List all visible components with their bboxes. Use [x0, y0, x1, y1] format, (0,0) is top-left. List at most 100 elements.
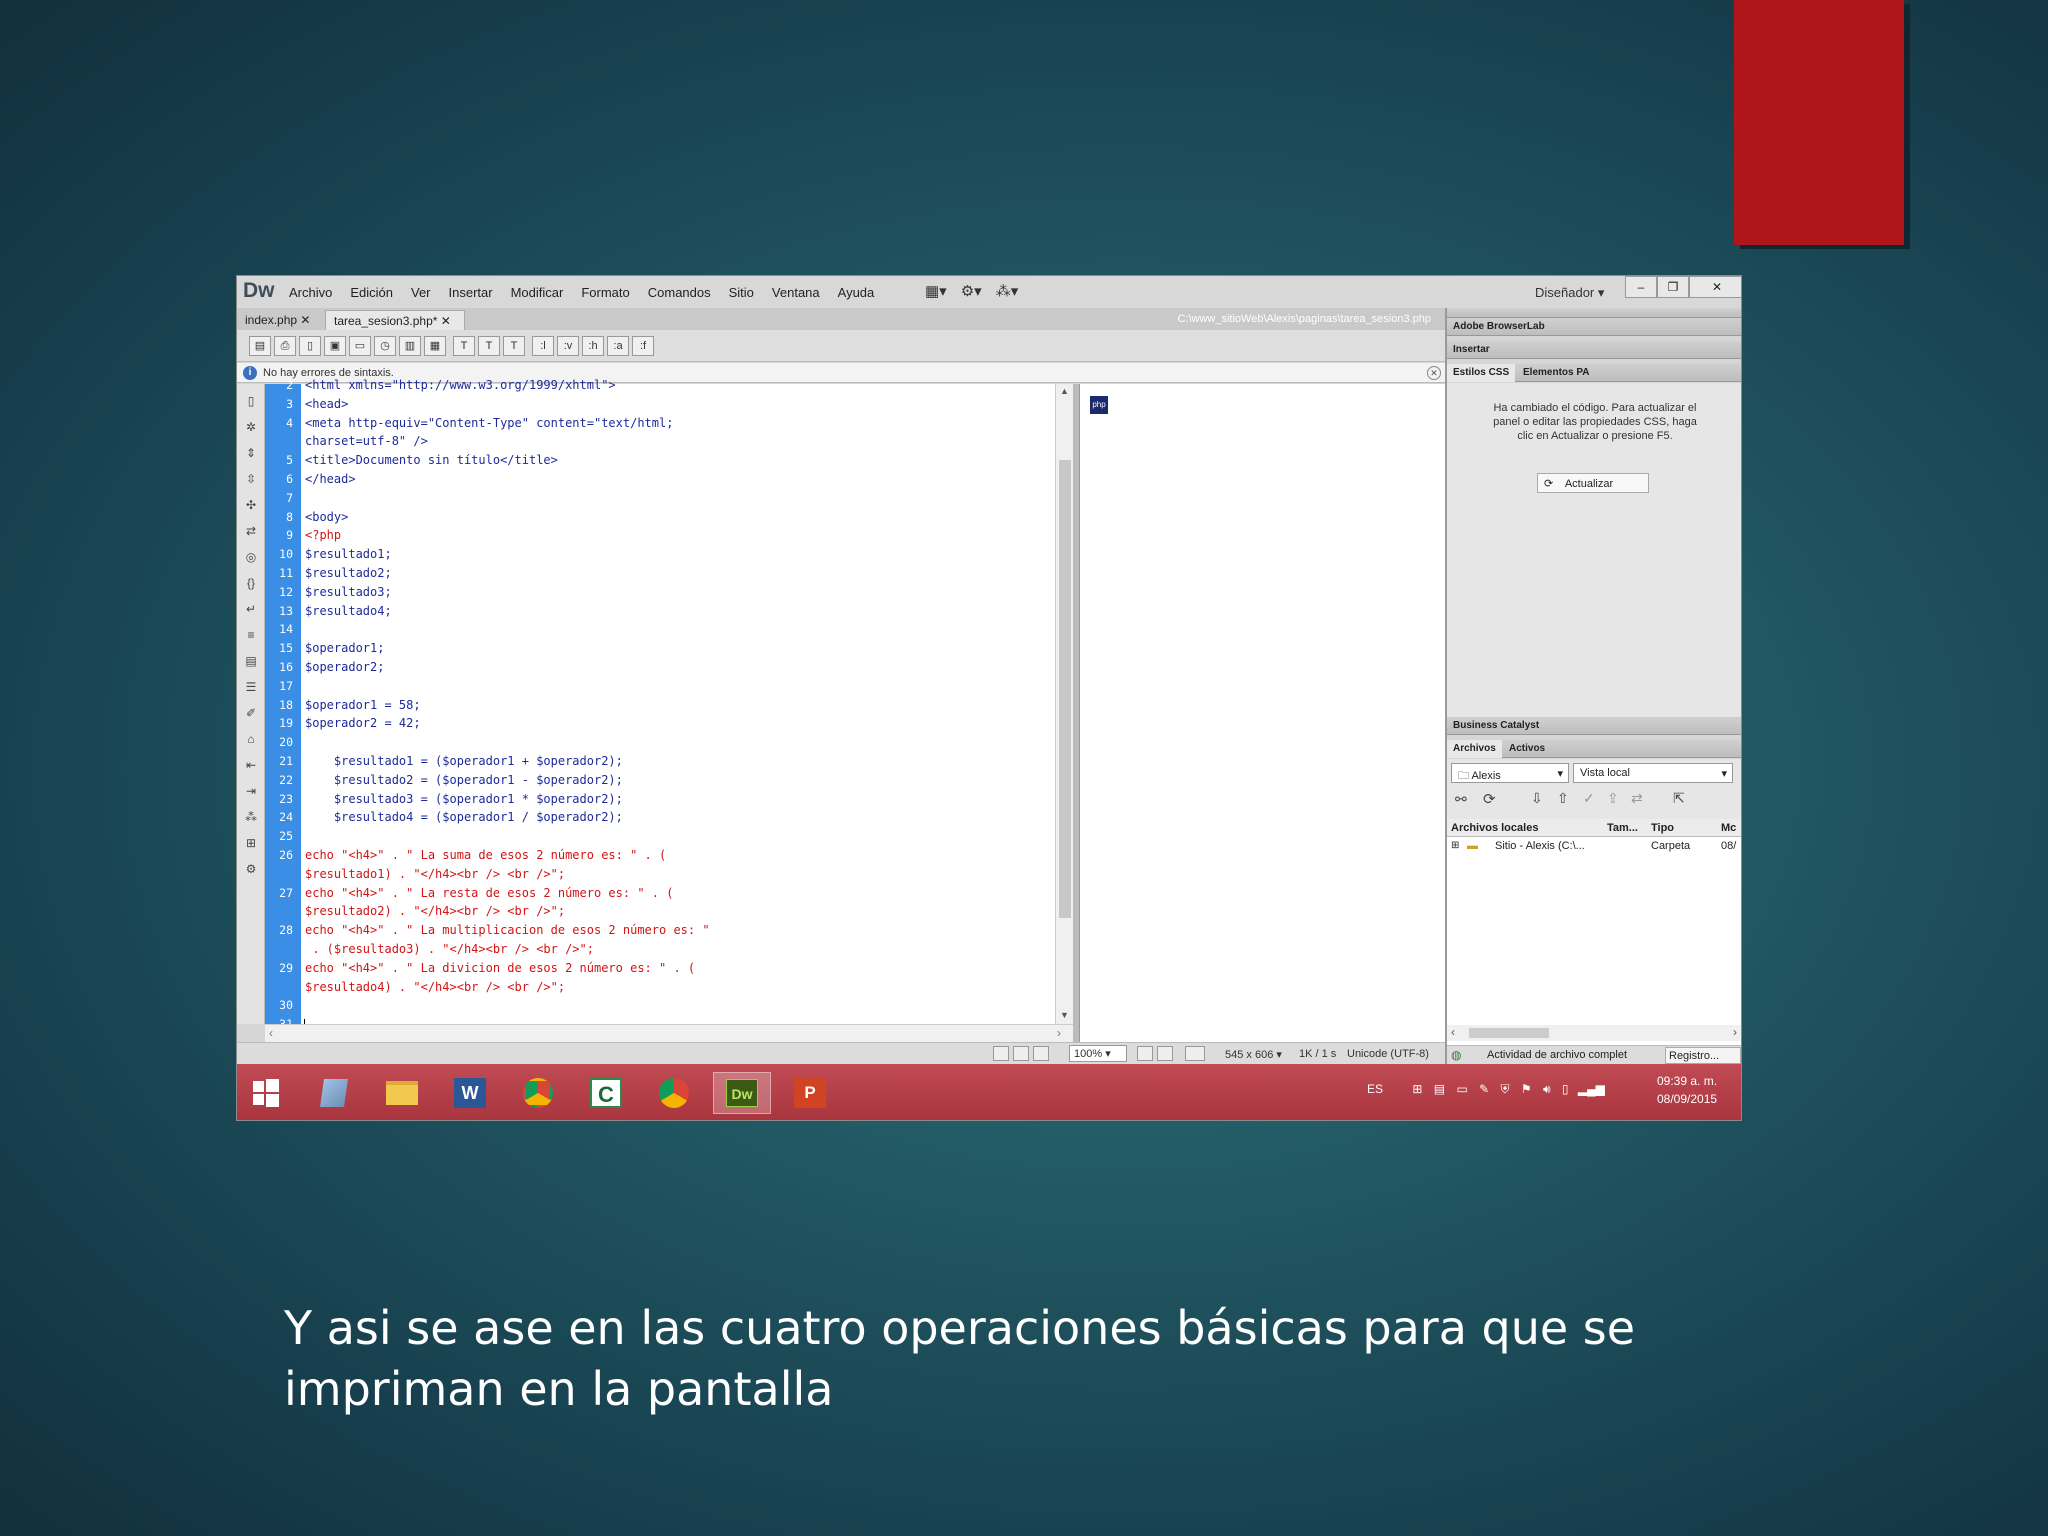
format-l-button[interactable]: :l — [532, 336, 554, 356]
code-line[interactable]: $resultado4) . "</h4><br /> <br />"; — [305, 980, 565, 994]
code-view-icon[interactable]: ▤ — [249, 336, 271, 356]
minimize-button[interactable]: – — [1625, 276, 1657, 298]
col-modificado[interactable]: Mc — [1721, 822, 1736, 834]
code-line[interactable]: </head> — [305, 472, 356, 486]
format-f-button[interactable]: :f — [632, 336, 654, 356]
sync-icon[interactable]: ⇄ — [1631, 790, 1643, 807]
code-hint-icon[interactable]: ⌂ — [243, 732, 259, 746]
put-files-icon[interactable]: ⇧ — [1557, 790, 1569, 807]
code-line[interactable]: <?php — [305, 528, 341, 542]
flag-icon[interactable]: ⚑ — [1521, 1082, 1532, 1096]
code-line[interactable]: $operador2; — [305, 660, 384, 674]
menu-item-sitio[interactable]: Sitio — [729, 285, 754, 300]
tab-tarea-sesion3[interactable]: tarea_sesion3.php* ✕ — [325, 310, 465, 330]
view-select[interactable]: Vista local ▾ — [1573, 763, 1733, 783]
panel-browserlab[interactable]: Adobe BrowserLab — [1447, 318, 1741, 336]
balance-icon[interactable]: ⇄ — [243, 524, 259, 538]
workspace-switcher[interactable]: Diseñador ▾ — [1535, 285, 1604, 301]
code-line[interactable]: $operador1 = 58; — [305, 698, 421, 712]
code-line[interactable]: charset=utf-8" /> — [305, 434, 428, 448]
code-line[interactable]: echo "<h4>" . " La resta de esos 2 númer… — [305, 886, 673, 900]
highlight-icon[interactable]: ≡ — [243, 628, 259, 642]
network-icon[interactable]: ▤ — [1434, 1082, 1445, 1096]
col-tamano[interactable]: Tam... — [1607, 822, 1638, 834]
layout-icon[interactable]: ▦▾ — [925, 282, 947, 300]
battery-icon[interactable]: ▯ — [1562, 1082, 1569, 1096]
code-line[interactable]: $operador1; — [305, 641, 384, 655]
zoom-tool-icon[interactable] — [1033, 1046, 1049, 1061]
code-line[interactable]: $resultado1) . "</h4><br /> <br />"; — [305, 867, 565, 881]
scroll-down-icon[interactable]: ▼ — [1060, 1010, 1069, 1020]
log-button[interactable]: Registro... — [1665, 1047, 1741, 1064]
clock-icon[interactable]: ◷ — [374, 336, 396, 356]
monitor-icon[interactable]: ▣ — [324, 336, 346, 356]
refresh-icon[interactable]: ⟳ — [1483, 790, 1496, 808]
scroll-thumb[interactable] — [1469, 1028, 1549, 1038]
language-indicator[interactable]: ES — [1367, 1082, 1383, 1096]
menu-item-ver[interactable]: Ver — [411, 285, 431, 300]
format-source-icon[interactable]: ⁂ — [243, 810, 259, 824]
monitor-icon[interactable] — [1185, 1046, 1205, 1061]
code-line[interactable]: $resultado1; — [305, 547, 392, 561]
notepad-app[interactable] — [305, 1072, 363, 1114]
menu-item-insertar[interactable]: Insertar — [449, 285, 493, 300]
chrome-app[interactable] — [509, 1072, 567, 1114]
design-view[interactable]: php — [1079, 384, 1445, 1042]
word-app[interactable]: W — [441, 1072, 499, 1114]
code-line[interactable]: echo "<h4>" . " La divicion de esos 2 nú… — [305, 961, 695, 975]
start-button[interactable] — [237, 1072, 295, 1114]
collapse-icon[interactable]: ⇳ — [243, 472, 259, 486]
restore-button[interactable]: ❐ — [1657, 276, 1689, 298]
scroll-right-icon[interactable]: › — [1733, 1025, 1737, 1039]
code-line[interactable]: $resultado2; — [305, 566, 392, 580]
col-tipo[interactable]: Tipo — [1651, 822, 1674, 834]
code-line[interactable]: <title>Documento sin título</title> — [305, 453, 558, 467]
dreamweaver-app[interactable]: Dw — [713, 1072, 771, 1114]
scroll-thumb[interactable] — [1059, 460, 1071, 918]
edit-icon[interactable]: ✐ — [243, 706, 259, 720]
shield-icon[interactable]: ⛨ — [1501, 1082, 1510, 1096]
desktop-icon[interactable] — [1157, 1046, 1173, 1061]
format-a-button[interactable]: :a — [607, 336, 629, 356]
code-line[interactable]: $resultado2 = ($operador1 - $operador2); — [305, 773, 623, 787]
scroll-right-icon[interactable]: › — [1057, 1026, 1061, 1040]
file-icon[interactable]: ▯ — [243, 394, 259, 408]
code-line[interactable]: $resultado4 = ($operador1 / $operador2); — [305, 810, 623, 824]
col-archivos-locales[interactable]: Archivos locales — [1451, 822, 1538, 834]
menu-item-edici-n[interactable]: Edición — [350, 285, 393, 300]
text-icon[interactable]: T — [453, 336, 475, 356]
php-block-icon[interactable]: php — [1090, 396, 1108, 414]
select-parent-icon[interactable]: ✣ — [243, 498, 259, 512]
scroll-up-icon[interactable]: ▲ — [1060, 386, 1069, 396]
code-line[interactable]: <meta http-equiv="Content-Type" content=… — [305, 416, 673, 430]
settings-icon[interactable]: ✲ — [243, 420, 259, 434]
site-select[interactable]: 🗀 Alexis ▾ — [1451, 763, 1569, 783]
close-icon[interactable]: ✕ — [1427, 366, 1441, 380]
menu-item-archivo[interactable]: Archivo — [289, 285, 332, 300]
table-icon[interactable]: ▦ — [424, 336, 446, 356]
code-line[interactable]: <html xmlns="http://www.w3.org/1999/xhtm… — [305, 378, 616, 392]
indent-icon[interactable]: ⇥ — [243, 784, 259, 798]
code-line[interactable]: $resultado4; — [305, 604, 392, 618]
menu-item-ayuda[interactable]: Ayuda — [838, 285, 875, 300]
panel-business-catalyst[interactable]: Business Catalyst — [1447, 717, 1741, 735]
format-v-button[interactable]: :v — [557, 336, 579, 356]
file-explorer-app[interactable] — [373, 1072, 431, 1114]
menu-item-comandos[interactable]: Comandos — [648, 285, 711, 300]
powerpoint-app[interactable]: P — [781, 1072, 839, 1114]
code-line[interactable]: . ($resultado3) . "</h4><br /> <br />"; — [305, 942, 594, 956]
tab-archivos[interactable]: Archivos — [1447, 740, 1502, 758]
signal-icon[interactable]: ▂▄▆ — [1578, 1082, 1605, 1096]
brace-icon[interactable]: {} — [243, 576, 259, 590]
code-line[interactable]: echo "<h4>" . " La multiplicacion de eso… — [305, 923, 710, 937]
code-line[interactable]: <body> — [305, 510, 348, 524]
format-icon[interactable]: ▤ — [243, 654, 259, 668]
close-icon[interactable]: ✕ — [300, 313, 310, 327]
format-h-button[interactable]: :h — [582, 336, 604, 356]
print-icon[interactable]: ⎙ — [274, 336, 296, 356]
volume-icon[interactable]: 🔊︎ — [1543, 1082, 1551, 1096]
zoom-select[interactable]: 100% ▾ — [1069, 1045, 1127, 1062]
code-line[interactable]: echo "<h4>" . " La suma de esos 2 número… — [305, 848, 666, 862]
outdent-icon[interactable]: ⇤ — [243, 758, 259, 772]
code-horizontal-scrollbar[interactable]: ‹ › — [265, 1024, 1073, 1042]
